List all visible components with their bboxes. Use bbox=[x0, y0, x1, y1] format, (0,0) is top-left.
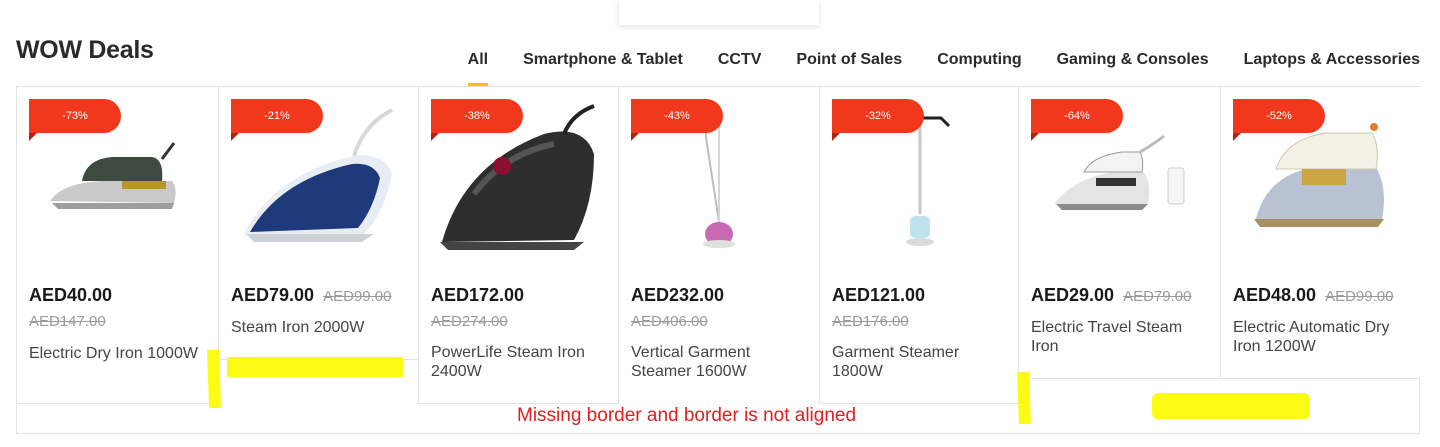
discount-badge: -43% bbox=[631, 99, 723, 141]
old-price: AED274.00 bbox=[431, 313, 508, 330]
product-name[interactable]: Steam Iron 2000W bbox=[231, 318, 411, 337]
section-title: WOW Deals bbox=[16, 36, 154, 64]
product-card[interactable]: -64% AED29.00 AED79.00 Electric Travel S… bbox=[1019, 87, 1220, 379]
product-price: AED232.00 bbox=[631, 285, 725, 305]
discount-badge: -64% bbox=[1031, 99, 1123, 141]
product-name[interactable]: Electric Automatic Dry Iron 1200W bbox=[1233, 318, 1413, 356]
tab-computing[interactable]: Computing bbox=[902, 50, 1021, 86]
old-price: AED406.00 bbox=[631, 313, 708, 330]
tab-laptops-accessories[interactable]: Laptops & Accessories bbox=[1209, 50, 1420, 86]
product-name[interactable]: PowerLife Steam Iron 2400W bbox=[431, 343, 611, 381]
product-card[interactable]: -43% AED232.00 AED406.00 Vertical Garmen… bbox=[619, 87, 819, 404]
old-price: AED99.00 bbox=[323, 288, 392, 305]
product-card[interactable]: -52% AED48.00 AED99.00 Electric Automati… bbox=[1220, 87, 1420, 379]
category-tabs: All Smartphone & Tablet CCTV Point of Sa… bbox=[467, 50, 1420, 86]
discount-badge: -32% bbox=[832, 99, 924, 141]
tab-smartphone-tablet[interactable]: Smartphone & Tablet bbox=[488, 50, 683, 86]
tab-all[interactable]: All bbox=[467, 50, 489, 86]
product-name[interactable]: Garment Steamer 1800W bbox=[832, 343, 1012, 381]
product-card[interactable]: -32% AED121.00 AED176.00 Garment Steamer… bbox=[819, 87, 1019, 404]
discount-badge: -73% bbox=[29, 99, 121, 141]
product-price: AED48.00 bbox=[1233, 285, 1317, 305]
discount-badge: -21% bbox=[231, 99, 323, 141]
product-price: AED29.00 bbox=[1031, 285, 1115, 305]
highlight-mark bbox=[1152, 393, 1310, 419]
highlight-mark bbox=[227, 357, 403, 377]
product-price: AED40.00 bbox=[29, 285, 113, 305]
product-price: AED121.00 bbox=[832, 285, 926, 305]
highlight-mark bbox=[206, 349, 222, 409]
discount-badge: -38% bbox=[431, 99, 523, 141]
product-name[interactable]: Vertical Garment Steamer 1600W bbox=[631, 343, 811, 381]
product-card[interactable]: -21% AED79.00 AED99.00 Steam Iron 2000W bbox=[218, 87, 419, 360]
product-price: AED172.00 bbox=[431, 285, 525, 305]
tab-gaming-consoles[interactable]: Gaming & Consoles bbox=[1022, 50, 1209, 86]
discount-badge: -52% bbox=[1233, 99, 1325, 141]
product-name[interactable]: Electric Dry Iron 1000W bbox=[29, 344, 209, 363]
dropdown-popup bbox=[619, 0, 819, 25]
tab-point-of-sales[interactable]: Point of Sales bbox=[761, 50, 902, 86]
old-price: AED176.00 bbox=[832, 313, 909, 330]
product-card[interactable]: -73% AED40.00 AED147.00 Electric Dry Iro… bbox=[16, 87, 218, 404]
product-price: AED79.00 bbox=[231, 285, 315, 305]
product-name[interactable]: Electric Travel Steam Iron bbox=[1031, 318, 1211, 356]
old-price: AED147.00 bbox=[29, 313, 106, 330]
old-price: AED79.00 bbox=[1123, 288, 1192, 305]
tab-cctv[interactable]: CCTV bbox=[683, 50, 762, 86]
product-card[interactable]: -38% AED172.00 AED274.00 PowerLife Steam… bbox=[418, 87, 619, 404]
old-price: AED99.00 bbox=[1325, 288, 1394, 305]
highlight-mark bbox=[1017, 371, 1031, 425]
annotation-note: Missing border and border is not aligned bbox=[517, 405, 857, 426]
